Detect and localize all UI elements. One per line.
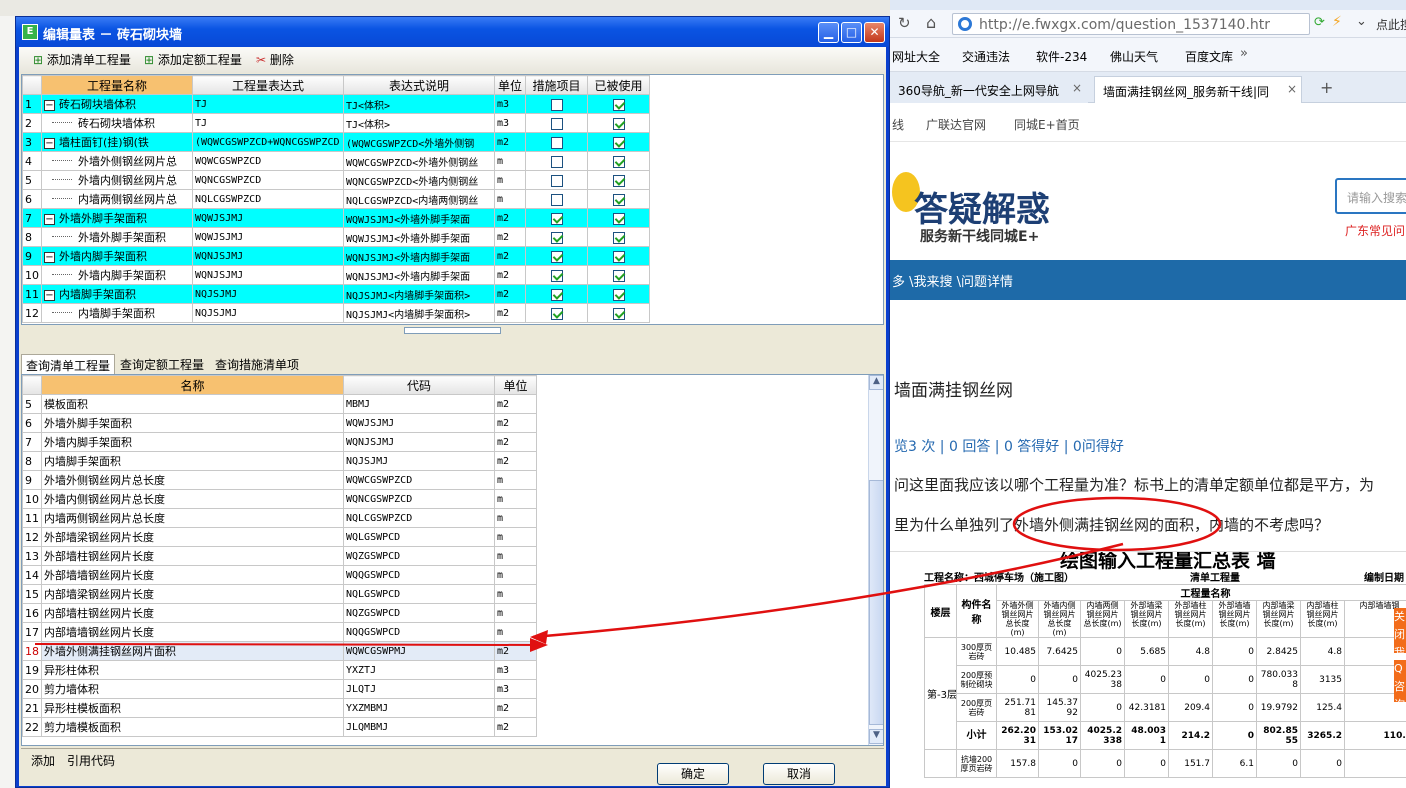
annotation-underline xyxy=(34,643,541,646)
annotation-ellipse xyxy=(1012,496,1222,552)
annotation-arrow-curve xyxy=(532,542,1124,639)
annotation-layer xyxy=(34,496,1222,652)
screen: ↻ ⌂ http://e.fwxgx.com/question_1537140.… xyxy=(0,0,1406,788)
